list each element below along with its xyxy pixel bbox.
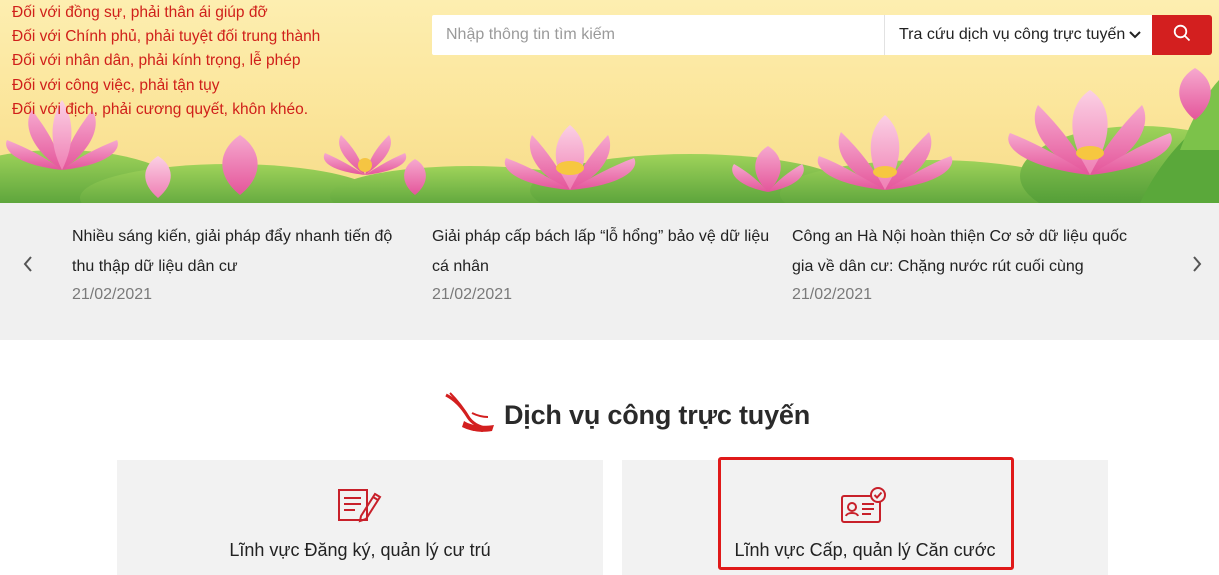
news-title-link[interactable]: Giải pháp cấp bách lấp “lỗ hổng” bảo vệ … (432, 222, 772, 282)
service-card-label: Lĩnh vực Cấp, quản lý Căn cước (734, 540, 996, 560)
registration-form-icon (335, 486, 385, 526)
chevron-right-icon (1192, 255, 1202, 277)
search-category-select[interactable]: Tra cứu dịch vụ công trực tuyến (884, 15, 1152, 55)
motto-line: Đối với công việc, phải tận tụy (12, 76, 220, 94)
motto-line: Đối với Chính phủ, phải tuyệt đối trung … (12, 28, 321, 46)
search-button[interactable] (1152, 15, 1212, 55)
search-icon (1173, 24, 1191, 47)
motto-line: Đối với đồng sự, phải thân ái giúp đỡ (12, 4, 268, 21)
section-heading: Dịch vụ công trực tuyến (444, 391, 810, 440)
carousel-next-button[interactable] (1182, 251, 1212, 281)
emblem-icon (444, 391, 496, 440)
header-banner: Đối với đồng sự, phải thân ái giúp đỡ Đố… (0, 0, 1219, 203)
section-title: Dịch vụ công trực tuyến (504, 399, 810, 430)
search-category-value: Tra cứu dịch vụ công trực tuyến (899, 26, 1126, 43)
news-carousel: Nhiều sáng kiến, giải pháp đẩy nhanh tiế… (0, 203, 1219, 340)
chevron-left-icon (23, 255, 33, 277)
news-item: Nhiều sáng kiến, giải pháp đẩy nhanh tiế… (72, 222, 412, 304)
news-item: Giải pháp cấp bách lấp “lỗ hổng” bảo vệ … (432, 222, 772, 304)
news-item: Công an Hà Nội hoàn thiện Cơ sở dữ liệu … (792, 222, 1132, 304)
id-card-check-icon (838, 486, 888, 526)
search-bar: Tra cứu dịch vụ công trực tuyến (432, 15, 1212, 55)
news-date: 21/02/2021 (72, 286, 153, 303)
search-input[interactable] (432, 15, 884, 55)
news-title-link[interactable]: Nhiều sáng kiến, giải pháp đẩy nhanh tiế… (72, 222, 412, 282)
carousel-prev-button[interactable] (13, 251, 43, 281)
chevron-down-icon (1128, 28, 1142, 42)
motto-text: Đối với đồng sự, phải thân ái giúp đỡ Đố… (12, 1, 320, 122)
news-date: 21/02/2021 (432, 286, 513, 303)
motto-line: Đối với nhân dân, phải kính trọng, lễ ph… (12, 52, 301, 70)
service-card-label: Lĩnh vực Đăng ký, quản lý cư trú (229, 540, 491, 560)
motto-line: Đối với địch, phải cương quyết, khôn khé… (12, 100, 309, 118)
news-title-link[interactable]: Công an Hà Nội hoàn thiện Cơ sở dữ liệu … (792, 222, 1132, 282)
service-card-residence[interactable]: Lĩnh vực Đăng ký, quản lý cư trú (117, 460, 603, 575)
service-card-id[interactable]: Lĩnh vực Cấp, quản lý Căn cước (622, 460, 1108, 575)
news-date: 21/02/2021 (792, 286, 873, 303)
